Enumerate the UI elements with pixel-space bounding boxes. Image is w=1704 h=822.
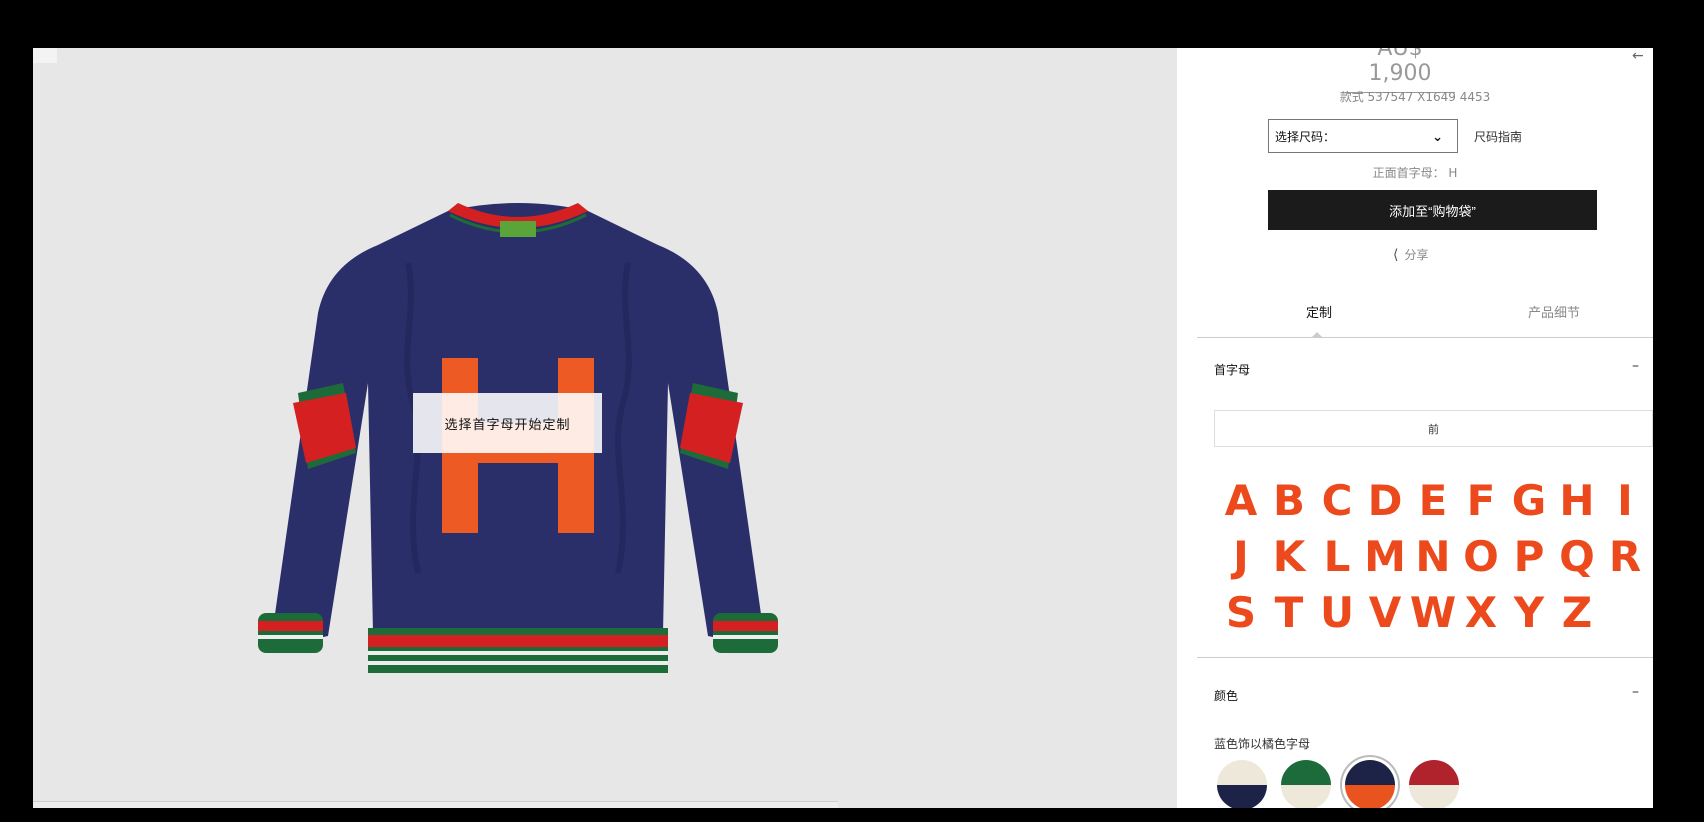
section-divider xyxy=(1197,657,1653,658)
left-bar xyxy=(0,0,33,822)
letter-x[interactable]: X xyxy=(1457,588,1505,638)
letter-l[interactable]: L xyxy=(1313,532,1361,582)
size-select-label: 选择尺码： xyxy=(1275,129,1336,144)
right-bar xyxy=(1653,0,1704,822)
customize-hint-box[interactable]: 选择首字母开始定制 xyxy=(413,393,602,453)
swatch-half xyxy=(1281,785,1331,808)
size-select[interactable]: 选择尺码： ⌄ xyxy=(1268,119,1458,153)
price: AU$ 1,900 xyxy=(1345,48,1455,93)
product-panel: AU$ 1,900 ← 款式 537547 X1649 4453 选择尺码： ⌄… xyxy=(1177,48,1653,808)
swatch-half xyxy=(1345,785,1395,808)
corner-tab xyxy=(33,48,57,63)
letter-h[interactable]: H xyxy=(1553,476,1601,526)
letter-o[interactable]: O xyxy=(1457,532,1505,582)
letter-b[interactable]: B xyxy=(1265,476,1313,526)
letter-u[interactable]: U xyxy=(1313,588,1361,638)
bottom-bar xyxy=(0,808,1704,822)
page-frame: 选择首字母开始定制 AU$ 1,900 ← 款式 537547 X1649 44… xyxy=(33,48,1653,808)
swatch-half xyxy=(1409,785,1459,808)
swatch-navy-orange[interactable] xyxy=(1345,760,1395,808)
letter-m[interactable]: M xyxy=(1361,532,1409,582)
swatch-half xyxy=(1345,760,1395,785)
letter-a[interactable]: A xyxy=(1217,476,1265,526)
front-position-option[interactable]: 前 xyxy=(1214,410,1653,447)
letter-f[interactable]: F xyxy=(1457,476,1505,526)
horizontal-scrollbar[interactable] xyxy=(33,801,838,808)
letter-s[interactable]: S xyxy=(1217,588,1265,638)
tab-product-details[interactable]: 产品细节 xyxy=(1528,302,1580,321)
color-description: 蓝色饰以橘色字母 xyxy=(1214,737,1311,751)
swatch-green-cream[interactable] xyxy=(1281,760,1331,808)
letter-c[interactable]: C xyxy=(1313,476,1361,526)
share-icon: ⟨ xyxy=(1393,246,1399,263)
letter-n[interactable]: N xyxy=(1409,532,1457,582)
style-code: 款式 537547 X1649 4453 xyxy=(1339,90,1491,104)
product-image-area[interactable]: 选择首字母开始定制 xyxy=(33,48,1177,808)
back-arrow-icon[interactable]: ← xyxy=(1632,48,1644,64)
swatch-half xyxy=(1281,760,1331,785)
share-label: 分享 xyxy=(1404,248,1429,262)
letter-i[interactable]: I xyxy=(1601,476,1649,526)
collapse-color-icon[interactable]: – xyxy=(1632,684,1639,700)
top-bar xyxy=(0,0,1704,48)
letter-k[interactable]: K xyxy=(1265,532,1313,582)
panel-tabs: 定制 产品细节 xyxy=(1197,302,1653,338)
letter-r[interactable]: R xyxy=(1601,532,1649,582)
swatch-half xyxy=(1217,785,1267,808)
initials-section-title[interactable]: 首字母 xyxy=(1214,361,1250,378)
letter-grid: A B C D E F G H I J K L M N O P Q R S T … xyxy=(1217,476,1641,638)
sweater-illustration xyxy=(258,203,778,673)
swatch-cream-navy[interactable] xyxy=(1217,760,1267,808)
letter-j[interactable]: J xyxy=(1217,532,1265,582)
chevron-down-icon: ⌄ xyxy=(1432,130,1443,145)
letter-z[interactable]: Z xyxy=(1553,588,1601,638)
letter-y[interactable]: Y xyxy=(1505,588,1553,638)
share-button[interactable]: ⟨ 分享 xyxy=(1393,246,1428,263)
letter-t[interactable]: T xyxy=(1265,588,1313,638)
color-section-title[interactable]: 颜色 xyxy=(1214,687,1238,704)
color-swatches xyxy=(1217,760,1459,808)
size-guide-link[interactable]: 尺码指南 xyxy=(1474,128,1522,145)
swatch-red-cream[interactable] xyxy=(1409,760,1459,808)
letter-q[interactable]: Q xyxy=(1553,532,1601,582)
letter-g[interactable]: G xyxy=(1505,476,1553,526)
swatch-half xyxy=(1409,760,1459,785)
front-position-label: 前 xyxy=(1428,422,1439,436)
sweater-image xyxy=(238,173,798,733)
front-initial-status: 正面首字母： H xyxy=(1372,166,1458,180)
active-tab-indicator xyxy=(1311,332,1323,338)
customize-hint-text: 选择首字母开始定制 xyxy=(444,417,571,433)
tab-customize[interactable]: 定制 xyxy=(1306,302,1332,321)
collapse-initials-icon[interactable]: – xyxy=(1632,358,1639,374)
add-to-bag-button[interactable]: 添加至“购物袋” xyxy=(1268,190,1597,230)
letter-p[interactable]: P xyxy=(1505,532,1553,582)
letter-v[interactable]: V xyxy=(1361,588,1409,638)
letter-e[interactable]: E xyxy=(1409,476,1457,526)
letter-d[interactable]: D xyxy=(1361,476,1409,526)
letter-w[interactable]: W xyxy=(1409,588,1457,638)
swatch-half xyxy=(1217,760,1267,785)
